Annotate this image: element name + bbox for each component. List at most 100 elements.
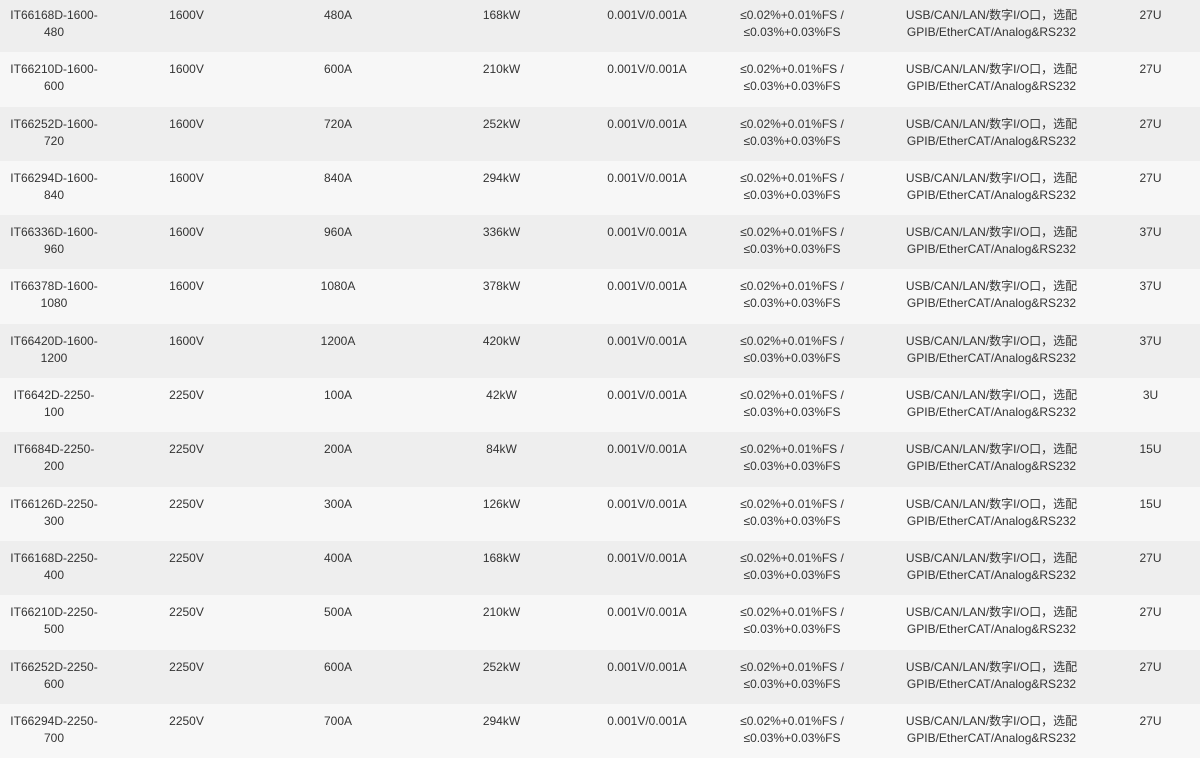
model-cell: IT66210D-1600- 600 (10, 62, 98, 94)
voltage-cell: 1600V (169, 62, 204, 77)
size-cell: 37U (1139, 225, 1162, 240)
power-cell: 252kW (482, 116, 521, 131)
table-row: IT66126D-2250- 300 2250V 300A 126kW 0.001V/0… (0, 486, 1200, 541)
model-cell: IT66420D-1600- 1200 (10, 333, 98, 365)
accuracy-cell: ≤0.02%+0.01%FS / ≤0.03%+0.03%FS (740, 333, 844, 365)
interface-cell: USB/CAN/LAN/数字I/O口，选配 GPIB/EtherCAT/Anal… (905, 333, 1078, 365)
model-cell: IT66210D-2250- 500 (10, 605, 98, 637)
voltage-cell: 2250V (169, 388, 204, 403)
resolution-cell: 0.001V/0.001A (607, 388, 687, 403)
table-row: IT66168D-1600- 480 1600V 480A 168kW 0.001V/0… (0, 0, 1200, 53)
size-cell: 27U (1139, 713, 1162, 728)
model-cell: IT66294D-1600- 840 (10, 170, 98, 202)
current-cell: 500A (323, 605, 353, 620)
interface-cell: USB/CAN/LAN/数字I/O口，选配 GPIB/EtherCAT/Anal… (905, 170, 1078, 202)
accuracy-cell: ≤0.02%+0.01%FS / ≤0.03%+0.03%FS (740, 496, 844, 528)
size-cell: 15U (1139, 496, 1162, 511)
model-cell: IT6642D-2250- 100 (13, 388, 95, 420)
accuracy-cell: ≤0.02%+0.01%FS / ≤0.03%+0.03%FS (740, 388, 844, 420)
interface-cell: USB/CAN/LAN/数字I/O口，选配 GPIB/EtherCAT/Anal… (905, 62, 1078, 94)
accuracy-cell: ≤0.02%+0.01%FS / ≤0.03%+0.03%FS (740, 170, 844, 202)
power-cell: 210kW (482, 605, 521, 620)
model-cell: IT6684D-2250- 200 (13, 442, 95, 474)
voltage-cell: 1600V (169, 279, 204, 294)
interface-cell: USB/CAN/LAN/数字I/O口，选配 GPIB/EtherCAT/Anal… (905, 550, 1078, 582)
voltage-cell: 2250V (169, 496, 204, 511)
size-cell: 27U (1139, 659, 1162, 674)
power-cell: 168kW (482, 8, 521, 22)
current-cell: 100A (323, 388, 353, 403)
size-cell: 37U (1139, 279, 1162, 294)
interface-cell: USB/CAN/LAN/数字I/O口，选配 GPIB/EtherCAT/Anal… (905, 605, 1078, 637)
interface-cell: USB/CAN/LAN/数字I/O口，选配 GPIB/EtherCAT/Anal… (905, 442, 1078, 474)
current-cell: 1080A (320, 279, 356, 294)
voltage-cell: 1600V (169, 225, 204, 240)
interface-cell: USB/CAN/LAN/数字I/O口，选配 GPIB/EtherCAT/Anal… (905, 496, 1078, 528)
resolution-cell: 0.001V/0.001A (607, 659, 687, 674)
table-row: IT66252D-1600- 720 1600V 720A 252kW 0.001V/0… (0, 106, 1200, 161)
size-cell: 27U (1139, 62, 1162, 77)
voltage-cell: 1600V (169, 8, 204, 22)
power-cell: 420kW (482, 333, 521, 348)
accuracy-cell: ≤0.02%+0.01%FS / ≤0.03%+0.03%FS (740, 659, 844, 691)
resolution-cell: 0.001V/0.001A (607, 62, 687, 77)
interface-cell: USB/CAN/LAN/数字I/O口，选配 GPIB/EtherCAT/Anal… (905, 713, 1078, 745)
size-cell: 27U (1139, 170, 1162, 185)
size-cell: 27U (1139, 116, 1162, 131)
model-cell: IT66336D-1600- 960 (10, 225, 98, 257)
voltage-cell: 1600V (169, 333, 204, 348)
voltage-cell: 1600V (169, 170, 204, 185)
current-cell: 400A (323, 550, 353, 565)
resolution-cell: 0.001V/0.001A (607, 713, 687, 728)
power-cell: 168kW (482, 550, 521, 565)
table-row: IT66336D-1600- 960 1600V 960A 336kW 0.001V/0… (0, 215, 1200, 270)
voltage-cell: 2250V (169, 442, 204, 457)
current-cell: 480A (323, 8, 353, 22)
model-cell: IT66378D-1600- 1080 (10, 279, 98, 311)
accuracy-cell: ≤0.02%+0.01%FS / ≤0.03%+0.03%FS (740, 713, 844, 745)
voltage-cell: 2250V (169, 605, 204, 620)
current-cell: 700A (323, 713, 353, 728)
size-cell: 27U (1139, 8, 1162, 22)
voltage-cell: 2250V (169, 713, 204, 728)
interface-cell: USB/CAN/LAN/数字I/O口，选配 GPIB/EtherCAT/Anal… (905, 8, 1078, 39)
current-cell: 600A (323, 659, 353, 674)
power-cell: 294kW (482, 170, 521, 185)
table-row: IT6642D-2250- 100 2250V 100A 42kW 0.001V/0.0… (0, 378, 1200, 433)
current-cell: 1200A (320, 333, 356, 348)
model-cell: IT66168D-2250- 400 (10, 550, 98, 582)
table-row: IT66210D-2250- 500 2250V 500A 210kW 0.001V/0… (0, 595, 1200, 650)
power-cell: 378kW (482, 279, 521, 294)
interface-cell: USB/CAN/LAN/数字I/O口，选配 GPIB/EtherCAT/Anal… (905, 388, 1078, 420)
power-cell: 42kW (486, 388, 517, 403)
resolution-cell: 0.001V/0.001A (607, 605, 687, 620)
voltage-cell: 2250V (169, 550, 204, 565)
power-cell: 210kW (482, 62, 521, 77)
power-cell: 126kW (482, 496, 521, 511)
spec-table: IT66168D-1600- 480 1600V 480A 168kW 0.001V/0… (0, 0, 1200, 758)
model-cell: IT66294D-2250- 700 (10, 713, 98, 745)
table-row: IT66378D-1600- 1080 1600V 1080A 378kW 0.001V… (0, 269, 1200, 324)
accuracy-cell: ≤0.02%+0.01%FS / ≤0.03%+0.03%FS (740, 279, 844, 311)
accuracy-cell: ≤0.02%+0.01%FS / ≤0.03%+0.03%FS (740, 550, 844, 582)
size-cell: 37U (1139, 333, 1162, 348)
accuracy-cell: ≤0.02%+0.01%FS / ≤0.03%+0.03%FS (740, 605, 844, 637)
accuracy-cell: ≤0.02%+0.01%FS / ≤0.03%+0.03%FS (740, 442, 844, 474)
model-cell: IT66252D-1600- 720 (10, 116, 98, 148)
table-row: IT66168D-2250- 400 2250V 400A 168kW 0.001V/0… (0, 540, 1200, 596)
power-cell: 84kW (486, 442, 517, 457)
current-cell: 960A (323, 225, 353, 240)
resolution-cell: 0.001V/0.001A (607, 550, 687, 565)
model-cell: IT66126D-2250- 300 (10, 496, 98, 528)
accuracy-cell: ≤0.02%+0.01%FS / ≤0.03%+0.03%FS (740, 225, 844, 257)
current-cell: 600A (323, 62, 353, 77)
size-cell: 27U (1139, 550, 1162, 565)
power-cell: 294kW (482, 713, 521, 728)
accuracy-cell: ≤0.02%+0.01%FS / ≤0.03%+0.03%FS (740, 8, 844, 39)
interface-cell: USB/CAN/LAN/数字I/O口，选配 GPIB/EtherCAT/Anal… (905, 225, 1078, 257)
resolution-cell: 0.001V/0.001A (607, 442, 687, 457)
interface-cell: USB/CAN/LAN/数字I/O口，选配 GPIB/EtherCAT/Anal… (905, 116, 1078, 148)
interface-cell: USB/CAN/LAN/数字I/O口，选配 GPIB/EtherCAT/Anal… (905, 279, 1078, 311)
size-cell: 3U (1142, 388, 1159, 403)
power-cell: 336kW (482, 225, 521, 240)
